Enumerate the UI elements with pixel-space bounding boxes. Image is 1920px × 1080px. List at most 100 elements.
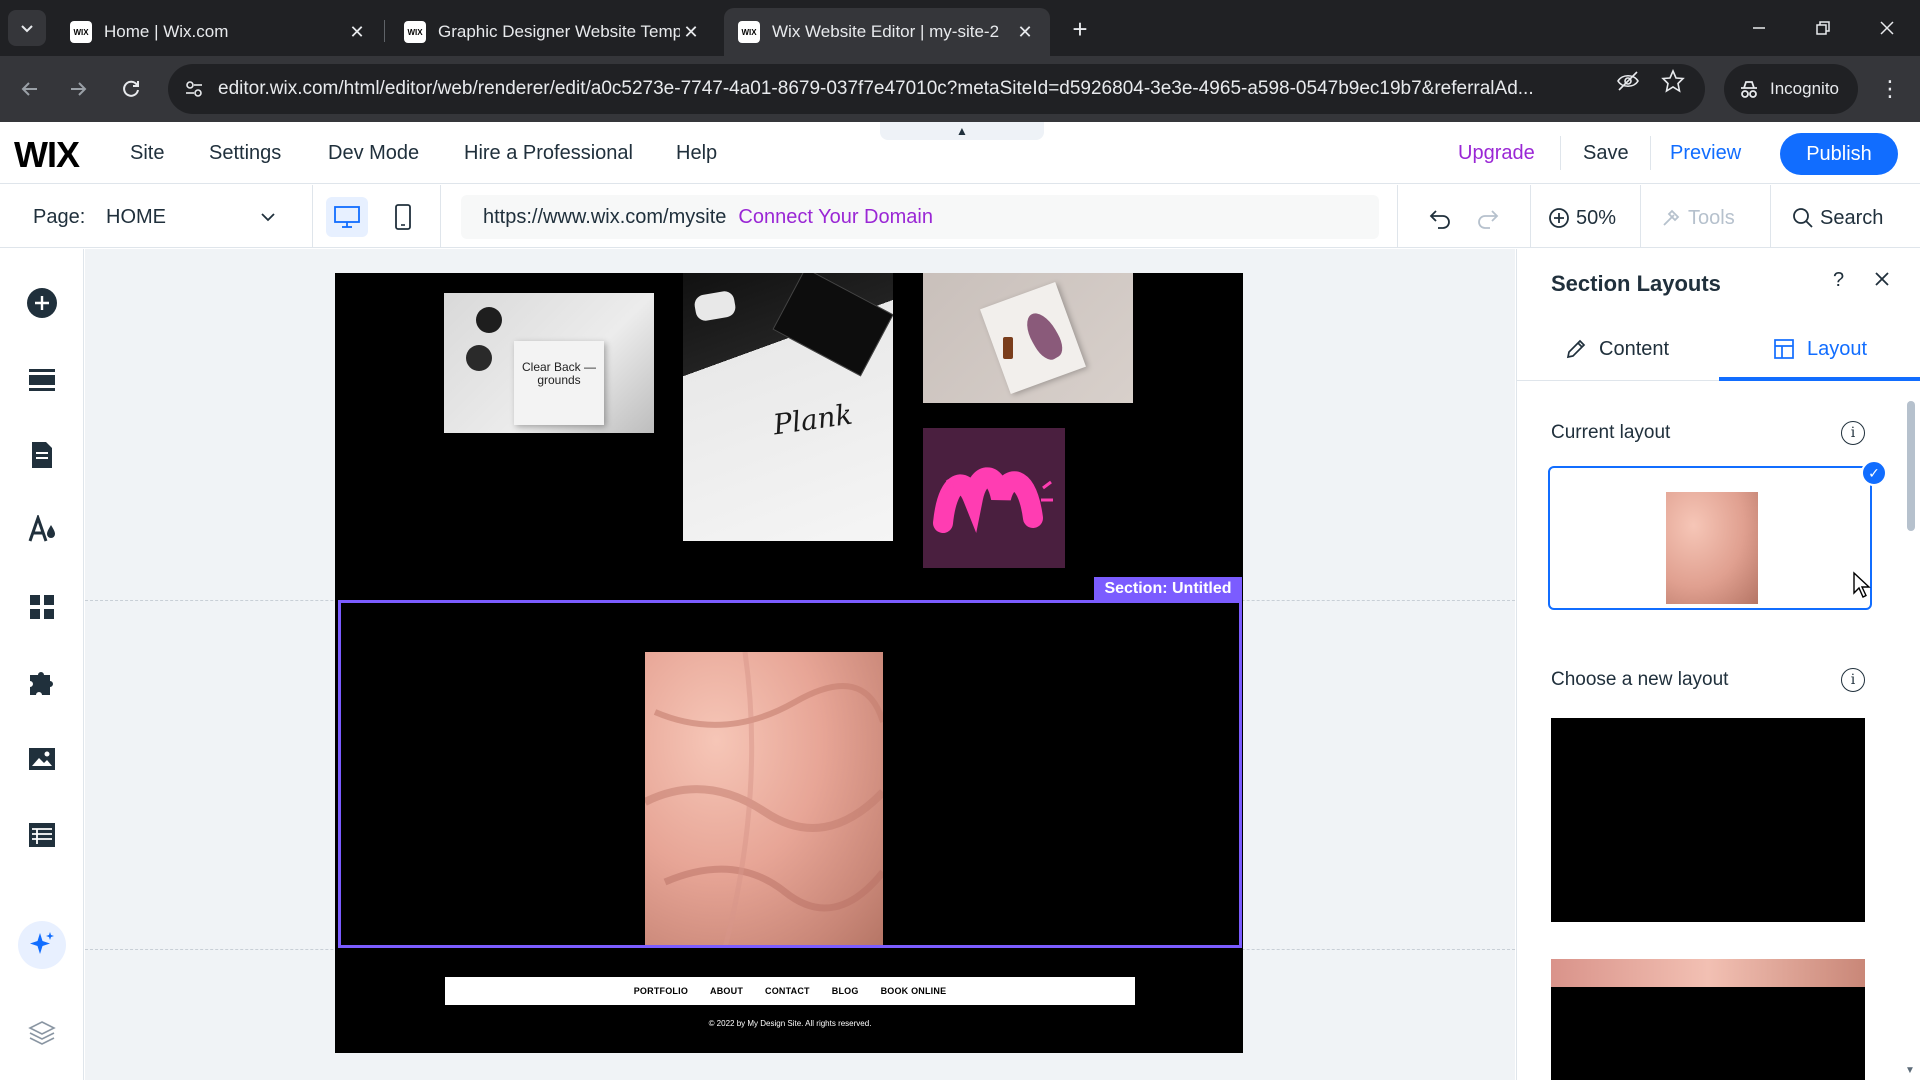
browser-tab-template[interactable]: WIX Graphic Designer Website Temp ✕	[390, 8, 716, 56]
logo-m-image[interactable]	[923, 428, 1065, 568]
business-tools-button[interactable]	[22, 663, 62, 703]
tab-title: Wix Website Editor | my-site-2	[772, 22, 1000, 41]
cms-button[interactable]	[22, 815, 62, 855]
reload-button[interactable]	[113, 71, 149, 107]
panel-scrollbar[interactable]	[1907, 401, 1915, 531]
layout-option-1[interactable]	[1551, 718, 1865, 922]
site-nav-contact[interactable]: CONTACT	[765, 986, 810, 996]
section-layouts-panel: Section Layouts ? Content Layout Current…	[1516, 249, 1920, 1080]
undo-icon	[1429, 210, 1450, 229]
connect-domain-link[interactable]: Connect Your Domain	[738, 206, 933, 229]
eye-off-icon[interactable]	[1616, 69, 1640, 93]
minimize-button[interactable]	[1732, 8, 1786, 48]
site-nav-about[interactable]: ABOUT	[710, 986, 743, 996]
back-button[interactable]	[12, 71, 48, 107]
redo-icon	[1478, 210, 1499, 229]
menu-dev-mode[interactable]: Dev Mode	[328, 142, 419, 165]
current-layout-card[interactable]	[1548, 466, 1872, 610]
close-icon	[1875, 272, 1889, 286]
business-card-image[interactable]: Clear Back — grounds	[444, 293, 654, 433]
wix-logo[interactable]: WIX	[14, 134, 80, 176]
browser-tab-home[interactable]: WIX Home | Wix.com ✕	[56, 8, 382, 56]
flower-card-image[interactable]	[923, 273, 1133, 403]
scroll-down-icon[interactable]: ▼	[1905, 1065, 1915, 1076]
add-section-button[interactable]	[22, 359, 62, 399]
brand-script-text: Plank	[771, 397, 855, 442]
pencil-icon	[1566, 339, 1586, 359]
forward-button[interactable]	[60, 71, 96, 107]
sections-icon	[29, 369, 55, 391]
collapse-toolbar-button[interactable]: ▲	[880, 122, 1044, 140]
close-icon[interactable]: ✕	[346, 22, 368, 43]
editor-canvas[interactable]: Clear Back — grounds Plank Section: Unti…	[85, 249, 1515, 1080]
publish-button[interactable]: Publish	[1780, 133, 1898, 175]
site-settings-icon[interactable]	[184, 79, 204, 99]
media-button[interactable]	[22, 739, 62, 779]
upgrade-button[interactable]: Upgrade	[1458, 142, 1535, 165]
undo-button[interactable]	[1428, 203, 1452, 233]
tab-search-button[interactable]	[8, 10, 46, 46]
layers-button[interactable]	[22, 1013, 62, 1053]
page-dropdown[interactable]: HOME	[106, 197, 276, 237]
checkmark-icon: ✓	[1861, 460, 1887, 486]
search-button[interactable]: Search	[1792, 203, 1883, 233]
section-tag[interactable]: Section: Untitled	[1094, 577, 1242, 601]
tab-title: Graphic Designer Website Temp	[438, 22, 680, 41]
design-icon	[28, 515, 55, 542]
site-nav-bar[interactable]: PORTFOLIO ABOUT CONTACT BLOG BOOK ONLINE	[445, 977, 1135, 1005]
site-nav-portfolio[interactable]: PORTFOLIO	[634, 986, 688, 996]
arrow-left-icon	[21, 82, 37, 96]
redo-button[interactable]	[1476, 203, 1500, 233]
site-nav-blog[interactable]: BLOG	[832, 986, 859, 996]
layout-option-2[interactable]	[1551, 959, 1865, 1080]
ai-assistant-button[interactable]	[18, 921, 66, 969]
address-bar[interactable]: editor.wix.com/html/editor/web/renderer/…	[168, 64, 1705, 114]
puzzle-icon	[30, 672, 53, 695]
tab-layout[interactable]: Layout	[1773, 317, 1867, 381]
preview-button[interactable]: Preview	[1670, 142, 1741, 165]
menu-hire-professional[interactable]: Hire a Professional	[464, 142, 633, 165]
menu-help[interactable]: Help	[676, 142, 717, 165]
add-elements-button[interactable]	[22, 283, 62, 323]
close-icon[interactable]: ✕	[680, 22, 702, 43]
mobile-view-button[interactable]	[382, 197, 424, 237]
browser-tab-bar: WIX Home | Wix.com ✕ WIX Graphic Designe…	[0, 0, 1920, 56]
layout-thumbnail-image	[1666, 492, 1758, 604]
close-icon[interactable]: ✕	[1014, 22, 1036, 43]
info-icon[interactable]: i	[1841, 668, 1865, 692]
browser-menu-button[interactable]: ⋮	[1872, 71, 1908, 107]
pages-button[interactable]	[22, 435, 62, 475]
panel-close-button[interactable]	[1874, 267, 1890, 293]
apps-button[interactable]	[22, 587, 62, 627]
editor-page-bar: Page: HOME https://www.wix.com/mysite Co…	[0, 185, 1920, 248]
site-copyright[interactable]: © 2022 by My Design Site. All rights res…	[445, 1019, 1135, 1028]
info-icon[interactable]: i	[1841, 421, 1865, 445]
incognito-indicator[interactable]: Incognito	[1724, 64, 1858, 114]
card-text: Clear Back — grounds	[514, 341, 604, 425]
site-nav-book-online[interactable]: BOOK ONLINE	[881, 986, 947, 996]
current-layout-label: Current layout	[1551, 422, 1671, 443]
stationery-image[interactable]: Plank	[683, 273, 893, 541]
black-circle-shape	[476, 307, 502, 333]
desktop-icon	[334, 206, 360, 228]
tab-content[interactable]: Content	[1565, 317, 1669, 381]
site-address-field[interactable]: https://www.wix.com/mysite Connect Your …	[461, 195, 1379, 239]
tools-button[interactable]: Tools	[1660, 203, 1735, 233]
zoom-button[interactable]: 50%	[1548, 203, 1616, 233]
browser-tab-editor[interactable]: WIX Wix Website Editor | my-site-2 ✕	[724, 8, 1050, 56]
save-button[interactable]: Save	[1583, 142, 1629, 165]
selected-section-frame[interactable]	[338, 600, 1242, 948]
table-icon	[29, 823, 55, 847]
new-tab-button[interactable]: +	[1063, 12, 1097, 46]
desktop-view-button[interactable]	[326, 197, 368, 237]
reload-icon	[123, 80, 139, 97]
bookmark-star-icon[interactable]	[1661, 69, 1685, 93]
url-text[interactable]: editor.wix.com/html/editor/web/renderer/…	[218, 78, 1598, 100]
help-icon[interactable]: ?	[1833, 269, 1844, 292]
chevron-down-icon	[261, 213, 275, 222]
restore-button[interactable]	[1796, 8, 1850, 48]
menu-settings[interactable]: Settings	[209, 142, 281, 165]
window-close-button[interactable]	[1860, 8, 1914, 48]
menu-site[interactable]: Site	[130, 142, 164, 165]
site-design-button[interactable]	[22, 509, 62, 549]
